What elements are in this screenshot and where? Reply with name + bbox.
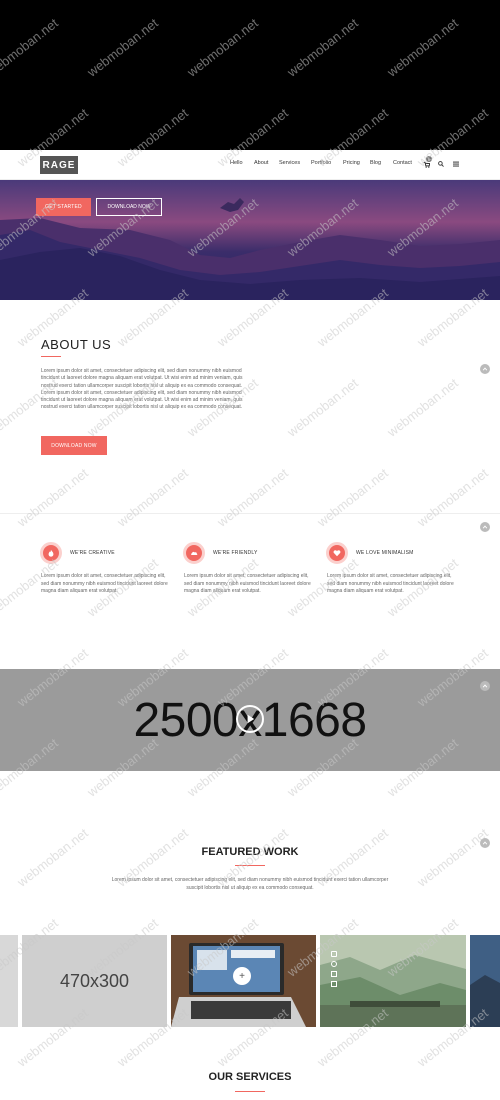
watermark-text: webmoban.net xyxy=(114,465,191,530)
section-toggle-button[interactable] xyxy=(480,522,490,532)
social-icons xyxy=(331,951,339,991)
twitter-icon[interactable] xyxy=(331,981,337,987)
watermark-text: webmoban.net xyxy=(414,465,491,530)
feature-title-creative: WE'RE CREATIVE xyxy=(70,550,115,556)
hero-download-button[interactable]: DOWNLOAD NOW xyxy=(96,198,162,216)
top-black-band xyxy=(0,0,500,150)
gallery-item[interactable] xyxy=(470,935,500,1027)
gallery-placeholder-label: 470x300 xyxy=(59,970,130,991)
watermark-text: webmoban.net xyxy=(284,375,361,440)
nav-item-hello[interactable]: Hello xyxy=(230,160,243,166)
nav-item-services[interactable]: Services xyxy=(279,160,300,166)
gallery-item-landscape[interactable] xyxy=(320,935,466,1027)
about-download-button[interactable]: DOWNLOAD NOW xyxy=(41,436,107,455)
featured-work-title: FEATURED WORK xyxy=(201,846,299,858)
watermark-text: webmoban.net xyxy=(384,375,461,440)
chevron-up-icon xyxy=(482,684,488,688)
gallery-item[interactable]: 470x300 xyxy=(22,935,167,1027)
featured-work-underline xyxy=(235,865,265,866)
section-divider xyxy=(0,513,500,514)
feature-text-creative: Lorem ipsum dolor sit amet, consectetuer… xyxy=(41,573,168,594)
landscape-photo xyxy=(320,935,466,1027)
nav-item-pricing[interactable]: Pricing xyxy=(343,160,360,166)
gallery-item[interactable] xyxy=(0,935,18,1027)
chevron-up-icon xyxy=(482,525,488,529)
watermark-text: webmoban.net xyxy=(14,465,91,530)
site-header: RAGE Hello About Services Portfolio Pric… xyxy=(0,150,500,180)
our-services-title: OUR SERVICES xyxy=(208,1071,292,1083)
heart-icon xyxy=(326,542,348,564)
instagram-icon[interactable] xyxy=(331,951,337,957)
nav-item-contact[interactable]: Contact xyxy=(393,160,412,166)
nav-item-blog[interactable]: Blog xyxy=(370,160,381,166)
section-toggle-button[interactable] xyxy=(480,364,490,374)
facebook-icon[interactable] xyxy=(331,971,337,977)
cart-button[interactable]: 0 xyxy=(421,156,432,169)
section-toggle-button[interactable] xyxy=(480,681,490,691)
about-body-text: Lorem ipsum dolor sit amet, consectetuer… xyxy=(41,368,243,411)
search-button[interactable] xyxy=(436,159,446,169)
about-title-underline xyxy=(41,356,61,357)
play-icon xyxy=(247,714,255,724)
search-icon xyxy=(438,161,444,167)
menu-button[interactable] xyxy=(451,159,461,169)
feature-title-friendly: WE'RE FRIENDLY xyxy=(213,550,258,556)
about-title: ABOUT US xyxy=(41,337,112,352)
chevron-up-icon xyxy=(482,367,488,371)
hamburger-menu-icon xyxy=(453,161,459,167)
feature-text-friendly: Lorem ipsum dolor sit amet, consectetuer… xyxy=(184,573,311,594)
get-started-button[interactable]: GET STARTED xyxy=(36,198,91,216)
cart-count-badge: 0 xyxy=(426,156,432,162)
nav-item-portfolio[interactable]: Portfolio xyxy=(311,160,331,166)
nav-item-about[interactable]: About xyxy=(254,160,268,166)
watermark-text: webmoban.net xyxy=(214,465,291,530)
play-video-button[interactable] xyxy=(236,705,264,733)
our-services-underline xyxy=(235,1091,265,1092)
featured-work-text: Lorem ipsum dolor sit amet, consectetuer… xyxy=(111,877,389,891)
cloud-icon xyxy=(183,542,205,564)
hero-section: GET STARTED DOWNLOAD NOW xyxy=(0,180,500,300)
plus-icon[interactable]: + xyxy=(233,967,251,985)
feature-title-minimalism: WE LOVE MINIMALISM xyxy=(356,550,414,556)
flame-icon xyxy=(40,542,62,564)
site-logo[interactable]: RAGE xyxy=(40,156,78,174)
watermark-text: webmoban.net xyxy=(314,465,391,530)
feature-text-minimalism: Lorem ipsum dolor sit amet, consectetuer… xyxy=(327,573,454,594)
dribbble-icon[interactable] xyxy=(331,961,337,967)
gallery-item-laptop[interactable]: + xyxy=(171,935,316,1027)
